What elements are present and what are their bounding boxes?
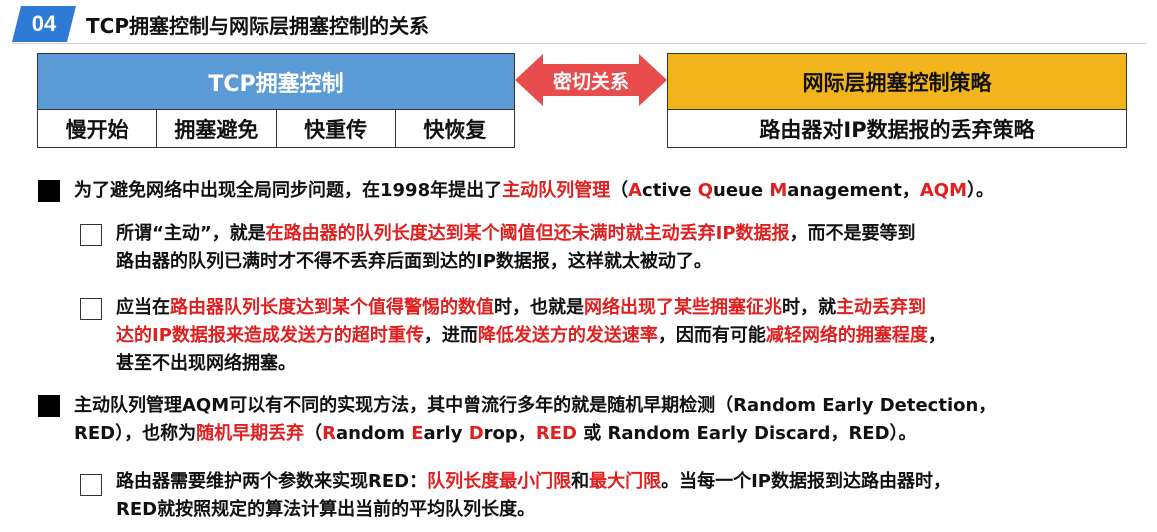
text: ueue: [713, 180, 770, 201]
highlight: 最大门限: [589, 471, 662, 492]
text: ，: [927, 325, 946, 346]
highlight: 降低发送方的发送速率: [477, 325, 658, 346]
text: arly: [423, 423, 469, 444]
text: 甚至不出现网络拥塞。: [116, 353, 296, 374]
sub-bullet-active-meaning: 所谓“主动”，就是在路由器的队列长度达到某个阈值但还未满时就主动丢弃IP数据报，…: [116, 220, 916, 276]
slide: 04 TCP拥塞控制与网际层拥塞控制的关系 TCP拥塞控制 慢开始 拥塞避免 快…: [0, 0, 1157, 532]
text: （: [610, 180, 629, 201]
text: ctive: [642, 180, 698, 201]
text: ，进而: [423, 325, 478, 346]
highlight: RED: [535, 423, 577, 444]
section-badge: 04: [12, 6, 76, 42]
sub-bullet-red-params: 路由器需要维护两个参数来实现RED：队列长度最小门限和最大门限。当每一个IP数据…: [116, 468, 951, 524]
highlight: AQM: [919, 180, 967, 201]
ip-congestion-title: 网际层拥塞控制策略: [668, 54, 1126, 110]
relation-label: 密切关系: [552, 70, 629, 93]
text: 和: [571, 471, 590, 492]
highlight: E: [411, 423, 424, 444]
highlight: M: [769, 180, 788, 201]
bullet-square-filled: [38, 180, 60, 202]
bullet-square-empty: [80, 298, 102, 320]
text: andom: [335, 423, 412, 444]
text: anagement，: [787, 180, 920, 201]
text: 主动队列管理AQM可以有不同的实现方法，其中曾流行多年的就是随机早期检测（Ran…: [74, 395, 997, 416]
bullet-square-empty: [80, 474, 102, 496]
text: ，因而有可能: [657, 325, 766, 346]
text: （: [304, 423, 323, 444]
text: 。当每一个IP数据报到达路由器时，: [661, 471, 951, 492]
highlight: A: [628, 180, 643, 201]
highlight: Q: [697, 180, 714, 201]
title-divider: [12, 43, 1147, 44]
highlight: 路由器队列长度达到某个值得警惕的数值: [170, 297, 494, 318]
bullet-square-empty: [80, 224, 102, 246]
text: 路由器需要维护两个参数来实现RED：: [116, 471, 428, 492]
text: 所谓“主动”，就是: [116, 223, 266, 244]
text: RED），也称为: [74, 423, 197, 444]
tcp-item-congestion-avoidance: 拥塞避免: [157, 110, 277, 148]
highlight: 减轻网络的拥塞程度: [765, 325, 928, 346]
text: ，而不是要等到: [789, 223, 916, 244]
bullet-aqm-intro: 为了避免网络中出现全局同步问题，在1998年提出了主动队列管理（Active Q…: [74, 177, 994, 205]
text: 为了避免网络中出现全局同步问题，在1998年提出了: [74, 180, 503, 201]
tcp-congestion-title: TCP拥塞控制: [38, 54, 514, 110]
text: RED就按照规定的算法计算出当前的平均队列长度。: [116, 499, 536, 520]
tcp-item-fast-retransmit: 快重传: [277, 110, 396, 148]
tcp-algorithm-row: 慢开始 拥塞避免 快重传 快恢复: [38, 110, 514, 148]
text: 应当在: [116, 297, 170, 318]
text: rop，: [483, 423, 536, 444]
tcp-congestion-box: TCP拥塞控制 慢开始 拥塞避免 快重传 快恢复: [37, 53, 515, 148]
text: 或 Random Early Discard，RED）。: [576, 423, 917, 444]
bullet-red-method: 主动队列管理AQM可以有不同的实现方法，其中曾流行多年的就是随机早期检测（Ran…: [74, 392, 996, 448]
highlight: 在路由器的队列长度达到某个阈值但还未满时就主动丢弃IP数据报: [265, 223, 790, 244]
bullet-square-filled: [38, 395, 60, 417]
highlight: 网络出现了某些拥塞征兆: [584, 297, 782, 318]
text: 时，也就是: [494, 297, 584, 318]
tcp-item-slow-start: 慢开始: [38, 110, 158, 148]
ip-drop-policy: 路由器对IP数据报的丢弃策略: [759, 118, 1035, 142]
highlight: R: [322, 423, 336, 444]
ip-congestion-box: 网际层拥塞控制策略 路由器对IP数据报的丢弃策略: [667, 53, 1127, 148]
text: 时，就: [782, 297, 836, 318]
text: ）。: [967, 180, 994, 201]
highlight: 主动丢弃到: [836, 297, 926, 318]
highlight: 随机早期丢弃: [196, 423, 305, 444]
highlight: D: [468, 423, 484, 444]
highlight: 队列长度最小门限: [427, 471, 572, 492]
sub-bullet-should-drop: 应当在路由器队列长度达到某个值得警惕的数值时，也就是网络出现了某些拥塞征兆时，就…: [116, 294, 946, 378]
text: 路由器的队列已满时才不得不丢弃后面到达的IP数据报，这样就太被动了。: [116, 251, 712, 272]
tcp-item-fast-recovery: 快恢复: [423, 118, 487, 142]
highlight: 主动队列管理: [502, 180, 611, 201]
slide-title: TCP拥塞控制与网际层拥塞控制的关系: [86, 14, 429, 38]
highlight: 达的IP数据报来造成发送方的超时重传: [116, 325, 424, 346]
